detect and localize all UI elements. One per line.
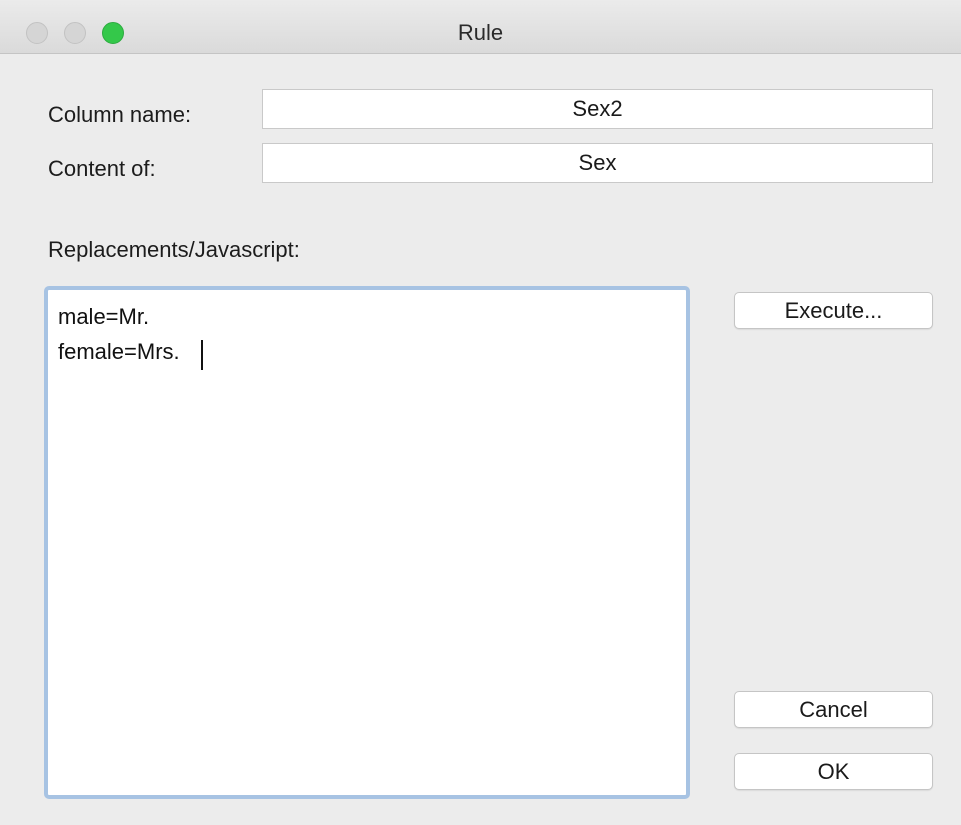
content-of-field[interactable]: Sex bbox=[262, 143, 933, 183]
execute-button[interactable]: Execute... bbox=[734, 292, 933, 329]
column-name-label: Column name: bbox=[48, 102, 192, 127]
ok-button[interactable]: OK bbox=[734, 753, 933, 790]
content-of-label: Content of: bbox=[48, 156, 156, 181]
title-bar[interactable]: Rule bbox=[0, 0, 961, 54]
cancel-button[interactable]: Cancel bbox=[734, 691, 933, 728]
textarea-line: female=Mrs. bbox=[58, 339, 180, 364]
column-name-field[interactable]: Sex2 bbox=[262, 89, 933, 129]
rule-dialog: Rule Column name: Sex2 Content of: Sex R… bbox=[0, 0, 961, 825]
text-caret bbox=[201, 340, 203, 370]
window-title: Rule bbox=[457, 20, 504, 45]
replacements-textarea[interactable]: male=Mr. female=Mrs. bbox=[44, 286, 690, 799]
replacements-label: Replacements/Javascript: bbox=[48, 237, 300, 262]
textarea-line: male=Mr. bbox=[58, 304, 150, 329]
